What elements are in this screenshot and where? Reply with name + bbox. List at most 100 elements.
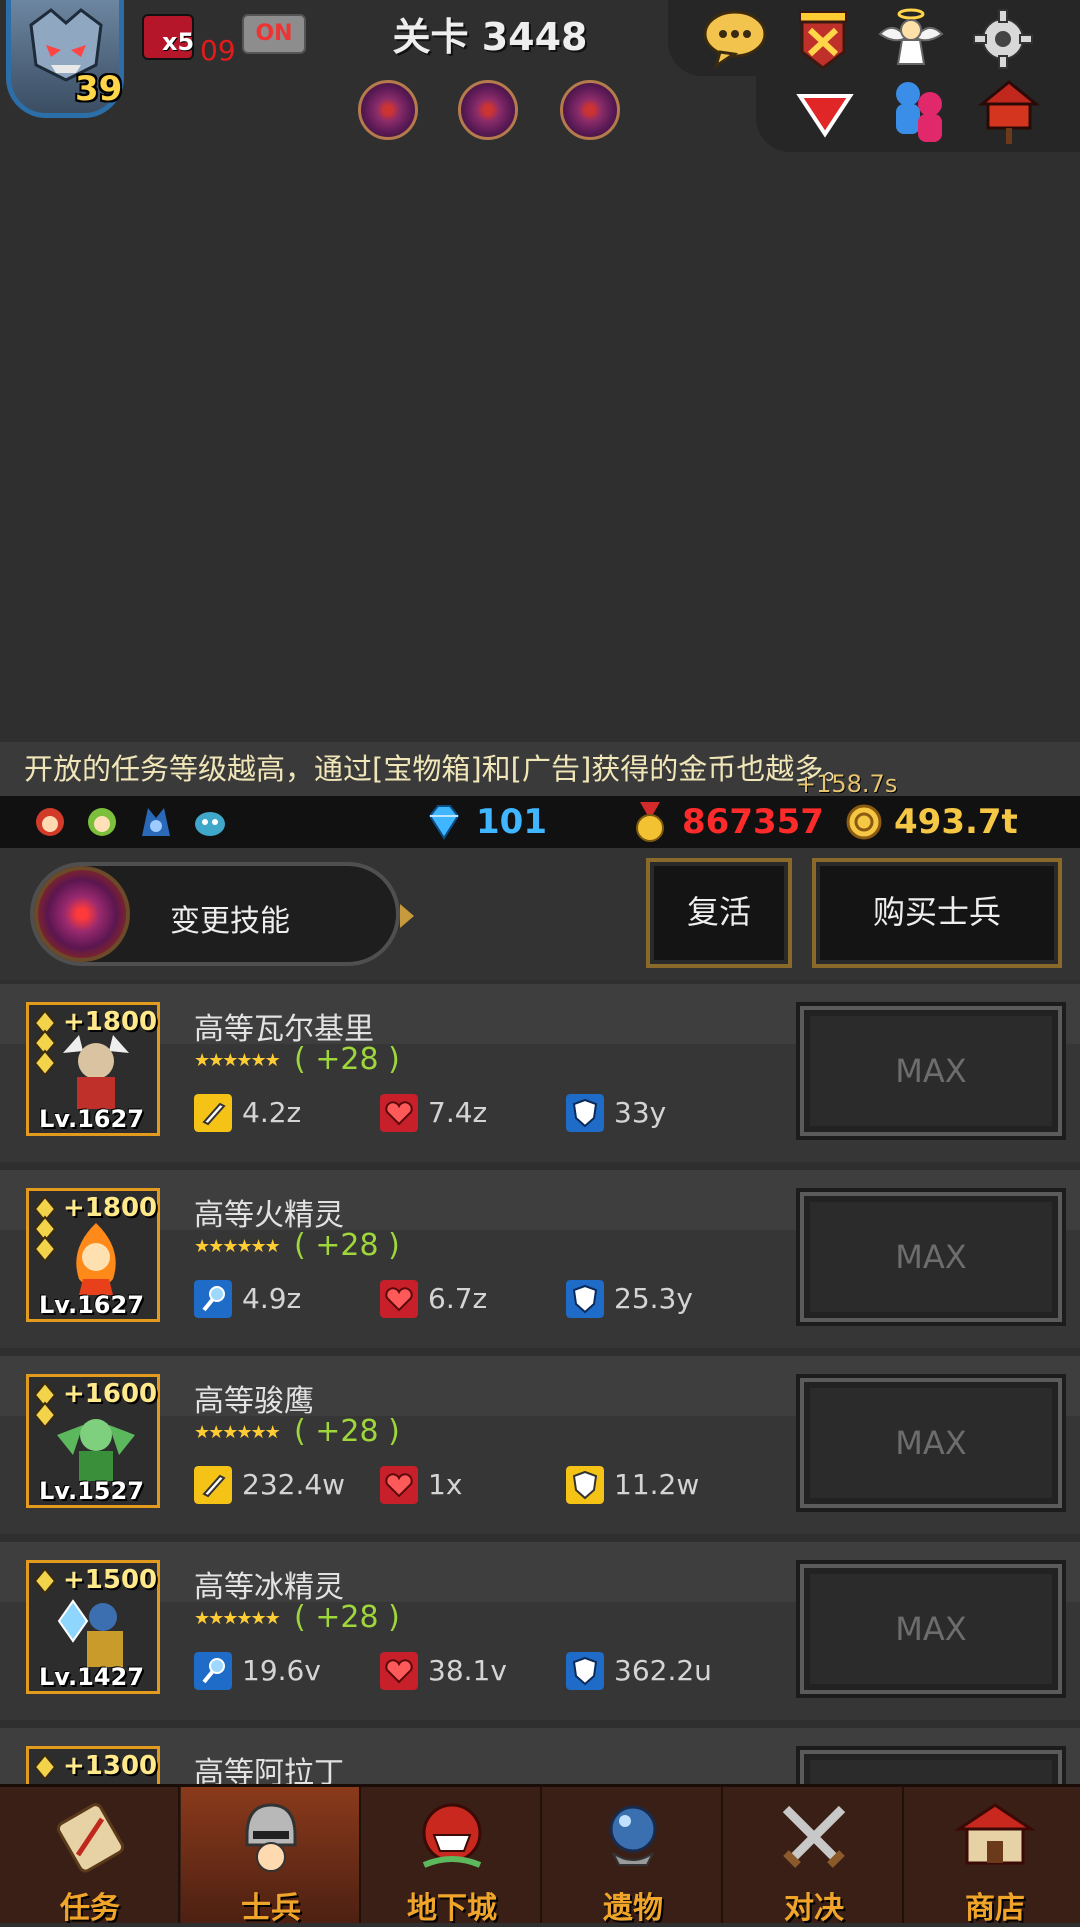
nav-label: 对决	[784, 1891, 844, 1926]
friends-icon[interactable]	[884, 76, 954, 146]
soldier-portrait: +1800 Lv.1627	[26, 1002, 160, 1136]
defense-value: 33y	[614, 1096, 667, 1129]
nav-shop[interactable]: 商店	[905, 1787, 1080, 1926]
star-rating: ★★★★★★	[194, 1422, 281, 1443]
revive-button[interactable]: 复活	[646, 858, 792, 968]
dropdown-arrow-icon[interactable]	[790, 78, 860, 148]
action-row: 变更技能 复活 购买士兵	[0, 848, 1080, 980]
mailbox-icon[interactable]	[974, 76, 1044, 146]
gold-coin-icon	[846, 804, 882, 840]
floating-gain-text: +158.7s	[796, 770, 898, 798]
hero-red-icon	[36, 808, 64, 836]
buy-soldier-button[interactable]: 购买士兵	[812, 858, 1062, 968]
hero-blue-icon	[142, 808, 170, 836]
soldier-portrait: +1800 Lv.1627	[26, 1188, 160, 1322]
nav-dungeon[interactable]: 地下城	[362, 1787, 542, 1926]
soldier-portrait: +1600 Lv.1527	[26, 1374, 160, 1508]
player-level: 39	[75, 69, 123, 109]
defense-value: 362.2u	[614, 1654, 712, 1687]
skill-orb-icon	[34, 866, 130, 962]
soldier-plus: +1800	[63, 1007, 158, 1037]
nav-label: 士兵	[241, 1891, 301, 1926]
medal-count: 867357	[682, 802, 824, 842]
rank-diamond-icon	[33, 1753, 57, 1781]
nav-label: 地下城	[407, 1891, 497, 1926]
soldier-portrait: +1500 Lv.1427	[26, 1560, 160, 1694]
max-button[interactable]: MAX	[796, 1002, 1066, 1140]
bottom-nav: 任务 士兵 地下城 遗物 对决 商店	[0, 1784, 1080, 1926]
soldier-row[interactable]: +1800 Lv.1627 高等火精灵 ★★★★★★ ( +28 ) 4.9z …	[0, 1170, 1080, 1348]
soldier-row[interactable]: +1300 高等阿拉丁	[0, 1728, 1080, 1784]
soldier-plus: +1800	[63, 1193, 158, 1223]
star-bonus: ( +28 )	[294, 1600, 400, 1635]
shield-gold-icon	[566, 1466, 604, 1504]
tip-banner: 开放的任务等级越高，通过[宝物箱]和[广告]获得的金币也越多。	[0, 742, 1080, 796]
nav-relics[interactable]: 遗物	[543, 1787, 723, 1926]
heart-icon	[380, 1466, 418, 1504]
star-bonus: ( +28 )	[294, 1414, 400, 1449]
gold-count: 493.7t	[894, 802, 1018, 842]
soldier-list[interactable]: +1800 Lv.1627 高等瓦尔基里 ★★★★★★ ( +28 ) 4.2z…	[0, 984, 1080, 1784]
soldier-level: Lv.1627	[39, 1105, 144, 1133]
valkyrie-icon	[63, 1035, 129, 1109]
magic-wand-icon	[194, 1652, 232, 1690]
medal-icon	[636, 802, 664, 842]
hp-value: 1x	[428, 1468, 463, 1501]
scroll-icon	[56, 1803, 125, 1873]
star-rating: ★★★★★★	[194, 1608, 281, 1629]
gem-count: 101	[476, 802, 547, 842]
hp-value: 6.7z	[428, 1282, 488, 1315]
castle-shield-icon[interactable]	[788, 4, 858, 74]
gear-icon[interactable]	[968, 4, 1038, 74]
shield-icon	[566, 1280, 604, 1318]
heart-icon	[380, 1280, 418, 1318]
arrow-right-icon	[400, 904, 414, 928]
crystal-ball-icon	[609, 1805, 657, 1866]
hp-value: 38.1v	[428, 1654, 507, 1687]
shop-tent-icon	[954, 1803, 1036, 1865]
soldier-name: 高等阿拉丁	[194, 1756, 344, 1784]
skill-slot-2[interactable]	[458, 80, 518, 140]
chat-icon[interactable]	[700, 4, 770, 74]
star-bonus: ( +28 )	[294, 1042, 400, 1077]
star-rating: ★★★★★★	[194, 1050, 281, 1071]
angel-icon[interactable]	[876, 4, 946, 74]
nav-soldiers[interactable]: 士兵	[181, 1787, 361, 1926]
shield-icon	[566, 1094, 604, 1132]
skill-slots	[358, 80, 628, 142]
skill-slot-1[interactable]	[358, 80, 418, 140]
star-rating: ★★★★★★	[194, 1236, 281, 1257]
attack-value: 4.2z	[242, 1096, 302, 1129]
hero-cyan-icon	[195, 812, 225, 836]
sword-icon	[194, 1466, 232, 1504]
soldier-row[interactable]: +1500 Lv.1427 高等冰精灵 ★★★★★★ ( +28 ) 19.6v…	[0, 1542, 1080, 1720]
change-skill-label: 变更技能	[170, 904, 290, 939]
magic-wand-icon	[194, 1280, 232, 1318]
soldier-portrait: +1300	[26, 1746, 160, 1784]
attack-value: 232.4w	[242, 1468, 346, 1501]
heart-icon	[380, 1652, 418, 1690]
gem-icon	[428, 805, 460, 840]
soldier-level: Lv.1627	[39, 1291, 144, 1319]
attack-value: 19.6v	[242, 1654, 321, 1687]
shield-icon	[566, 1652, 604, 1690]
max-button[interactable]: MAX	[796, 1560, 1066, 1698]
fire-spirit-icon	[76, 1223, 116, 1295]
skill-slot-3[interactable]	[560, 80, 620, 140]
soldier-level: Lv.1427	[39, 1663, 144, 1691]
ice-spirit-icon	[57, 1599, 123, 1667]
max-button[interactable]: MAX	[796, 1188, 1066, 1326]
monster-plant-icon	[422, 1803, 482, 1868]
nav-duel[interactable]: 对决	[724, 1787, 904, 1926]
change-skill-button[interactable]: 变更技能	[30, 862, 414, 966]
max-button[interactable]	[796, 1746, 1066, 1784]
soldier-row[interactable]: +1800 Lv.1627 高等瓦尔基里 ★★★★★★ ( +28 ) 4.2z…	[0, 984, 1080, 1162]
sword-icon	[194, 1094, 232, 1132]
hero-green-icon	[88, 808, 116, 836]
max-button[interactable]: MAX	[796, 1374, 1066, 1512]
currency-bar: 101 867357 493.7t	[0, 796, 1080, 848]
soldier-plus: +1600	[63, 1379, 158, 1409]
soldier-row[interactable]: +1600 Lv.1527 高等骏鹰 ★★★★★★ ( +28 ) 232.4w…	[0, 1356, 1080, 1534]
nav-quests[interactable]: 任务	[0, 1787, 180, 1926]
defense-value: 11.2w	[614, 1468, 700, 1501]
